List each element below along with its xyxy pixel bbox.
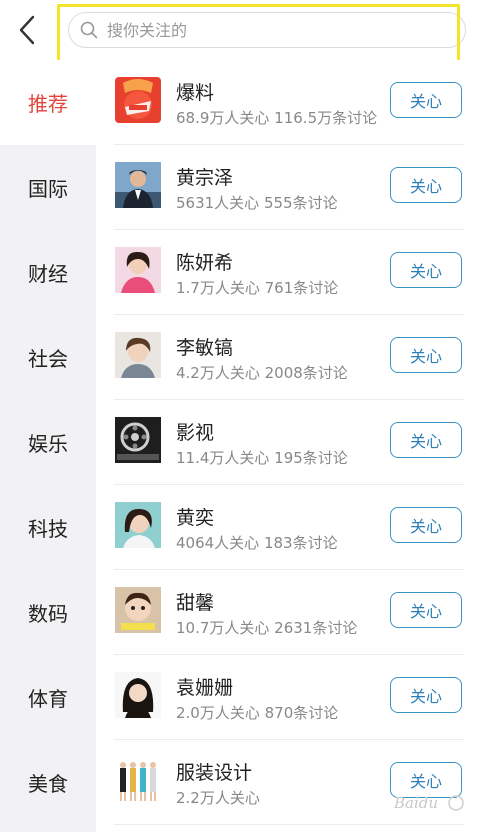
topic-stats: 2.2万人关心 (176, 789, 260, 807)
topic-avatar (115, 587, 161, 633)
topic-name: 黄奕 (176, 507, 215, 529)
topic-stats: 1.7万人关心 761条讨论 (176, 279, 339, 297)
topic-stats: 4064人关心 183条讨论 (176, 534, 338, 552)
topic-name: 服装设计 (176, 762, 253, 784)
search-icon (79, 20, 99, 40)
follow-button[interactable]: 关心 (390, 507, 462, 543)
follow-button[interactable]: 关心 (390, 252, 462, 288)
topic-name: 黄宗泽 (176, 167, 234, 189)
list-item[interactable]: 甜馨 10.7万人关心 2631条讨论 关心 (96, 570, 480, 655)
list-item[interactable]: 黄奕 4064人关心 183条讨论 关心 (96, 485, 480, 570)
list-item[interactable]: 影视 11.4万人关心 195条讨论 关心 (96, 400, 480, 485)
follow-button[interactable]: 关心 (390, 422, 462, 458)
search-box[interactable] (68, 12, 466, 48)
follow-button[interactable]: 关心 (390, 592, 462, 628)
topic-avatar (115, 502, 161, 548)
topic-avatar (115, 77, 161, 123)
topic-stats: 11.4万人关心 195条讨论 (176, 449, 348, 467)
topic-name: 爆料 (176, 82, 215, 104)
follow-button[interactable]: 关心 (390, 677, 462, 713)
follow-button[interactable]: 关心 (390, 167, 462, 203)
sidebar-item-technology[interactable]: 科技 (0, 485, 96, 570)
topic-name: 李敏镐 (176, 337, 234, 359)
list-item[interactable]: 爆料 68.9万人关心 116.5万条讨论 关心 (96, 60, 480, 145)
sidebar-item-international[interactable]: 国际 (0, 145, 96, 230)
sidebar-item-sports[interactable]: 体育 (0, 655, 96, 740)
back-button[interactable] (10, 12, 44, 48)
list-item[interactable]: 黄宗泽 5631人关心 555条讨论 关心 (96, 145, 480, 230)
topic-avatar (115, 332, 161, 378)
follow-button[interactable]: 关心 (390, 82, 462, 118)
topic-name: 甜馨 (176, 592, 215, 614)
search-input[interactable] (105, 19, 439, 41)
topic-stats: 10.7万人关心 2631条讨论 (176, 619, 358, 637)
topic-avatar (115, 757, 161, 803)
sidebar-item-recommend[interactable]: 推荐 (0, 60, 96, 145)
sidebar-item-food[interactable]: 美食 (0, 740, 96, 825)
sidebar-item-digital[interactable]: 数码 (0, 570, 96, 655)
category-sidebar: 推荐 国际 财经 社会 娱乐 科技 数码 体育 美食 (0, 60, 96, 832)
topic-stats: 5631人关心 555条讨论 (176, 194, 338, 212)
topic-avatar (115, 247, 161, 293)
topic-avatar (115, 672, 161, 718)
topic-stats: 4.2万人关心 2008条讨论 (176, 364, 348, 382)
topic-avatar (115, 162, 161, 208)
topic-stats: 2.0万人关心 870条讨论 (176, 704, 339, 722)
topic-list: 爆料 68.9万人关心 116.5万条讨论 关心 黄宗泽 5631人关心 555… (96, 60, 480, 832)
follow-button[interactable]: 关心 (390, 337, 462, 373)
top-bar (0, 0, 480, 61)
topic-name: 影视 (176, 422, 215, 444)
topic-avatar (115, 417, 161, 463)
list-item[interactable]: 袁姗姗 2.0万人关心 870条讨论 关心 (96, 655, 480, 740)
list-item[interactable]: 陈妍希 1.7万人关心 761条讨论 关心 (96, 230, 480, 315)
topic-name: 袁姗姗 (176, 677, 234, 699)
sidebar-item-entertainment[interactable]: 娱乐 (0, 400, 96, 485)
chevron-left-icon (19, 15, 35, 45)
watermark-logo: Baidu (394, 794, 464, 812)
svg-text:Baidu: Baidu (394, 794, 438, 812)
row-divider (114, 824, 464, 825)
sidebar-item-society[interactable]: 社会 (0, 315, 96, 400)
topic-stats: 68.9万人关心 116.5万条讨论 (176, 109, 378, 127)
topic-name: 陈妍希 (176, 252, 234, 274)
list-item[interactable]: 李敏镐 4.2万人关心 2008条讨论 关心 (96, 315, 480, 400)
sidebar-item-finance[interactable]: 财经 (0, 230, 96, 315)
